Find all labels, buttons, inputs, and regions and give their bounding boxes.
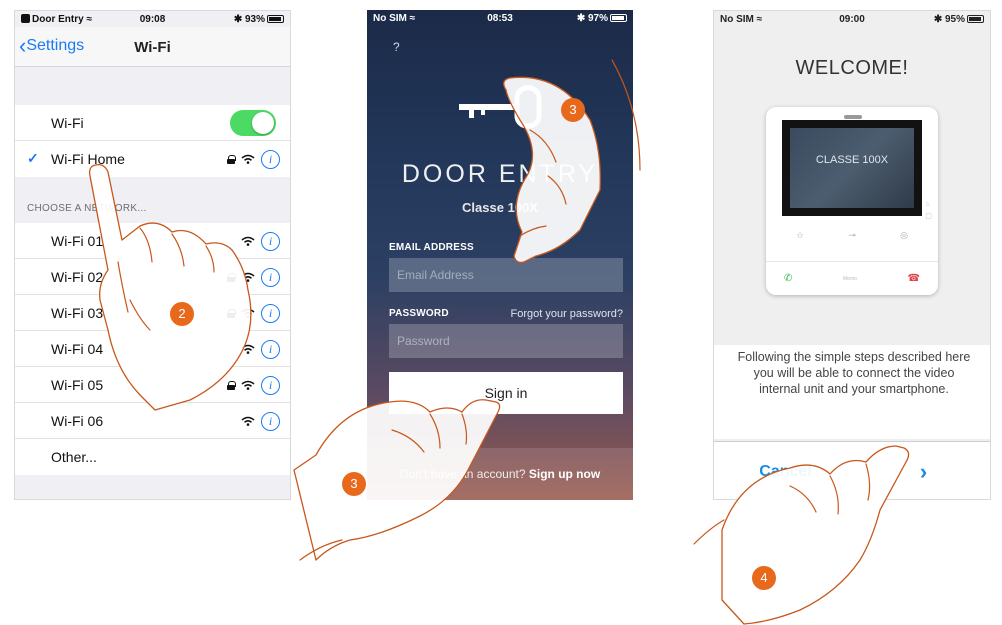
page-title: Wi-Fi xyxy=(134,39,171,56)
forgot-password-link[interactable]: Forgot your password? xyxy=(511,308,624,320)
network-row[interactable]: Wi-Fi 02 i xyxy=(15,259,290,295)
wifi-signal-icon xyxy=(241,154,255,164)
battery-icon xyxy=(967,15,984,23)
battery-icon xyxy=(267,15,284,23)
nav-bar: ‹Settings Wi-Fi xyxy=(15,27,290,67)
network-row[interactable]: Wi-Fi 01 i xyxy=(15,223,290,259)
battery-icon xyxy=(610,14,627,22)
network-row[interactable]: Wi-Fi 04 i xyxy=(15,331,290,367)
lock-icon xyxy=(227,154,236,164)
connected-network-row[interactable]: ✓ Wi-Fi Home i xyxy=(15,141,290,177)
app-subtitle: Classe 100X xyxy=(462,200,538,215)
button-row: Cancel › xyxy=(714,441,990,499)
info-icon[interactable]: i xyxy=(261,231,280,251)
help-button[interactable]: ? xyxy=(393,40,400,54)
other-label: Other... xyxy=(51,449,97,465)
description-text: Following the simple steps described her… xyxy=(737,350,971,396)
password-label: PASSWORD xyxy=(389,308,449,319)
network-name: Wi-Fi 04 xyxy=(51,341,104,357)
key-logo-icon xyxy=(459,85,542,129)
step-badge-3-top: 3 xyxy=(561,98,585,122)
network-row[interactable]: Wi-Fi 05 i xyxy=(15,367,290,403)
info-icon[interactable]: i xyxy=(261,375,280,395)
device-display: CLASSE 100X xyxy=(782,120,922,216)
network-name: Wi-Fi 02 xyxy=(51,269,104,285)
device-side-keys: ⌂ ▢ xyxy=(925,201,932,220)
signup-prompt: Don't have an account? xyxy=(399,467,526,481)
wifi-signal-icon xyxy=(241,272,255,282)
intercom-device-image: CLASSE 100X ⌂ ▢ ☆ ⊸ ◎ ✆ Memo ☎ xyxy=(766,107,938,295)
info-icon[interactable]: i xyxy=(261,267,280,287)
key-icon: ⊸ xyxy=(848,230,856,240)
sign-in-button[interactable]: Sign in xyxy=(389,372,623,414)
eye-icon: ◎ xyxy=(900,230,908,240)
answer-icon: ✆ xyxy=(784,273,793,284)
network-name: Wi-Fi 01 xyxy=(51,233,104,249)
description-box: Following the simple steps described her… xyxy=(714,345,990,439)
lock-icon xyxy=(227,272,236,282)
network-name: Wi-Fi 03 xyxy=(51,305,104,321)
device-screen-label: CLASSE 100X xyxy=(790,128,914,208)
network-name: Wi-Fi 05 xyxy=(51,377,104,393)
status-bar: No SIM ≈ 08:53 ✱ 97% xyxy=(367,10,633,26)
next-button[interactable]: › xyxy=(857,442,990,499)
wifi-signal-icon xyxy=(241,416,255,426)
device-bar-label: Memo xyxy=(843,275,857,282)
hangup-icon: ☎ xyxy=(907,273,920,284)
status-battery: 95% xyxy=(944,14,965,25)
info-icon[interactable]: i xyxy=(261,303,280,323)
cancel-button[interactable]: Cancel xyxy=(714,442,858,499)
wifi-toggle-label: Wi-Fi xyxy=(51,115,84,131)
email-label: EMAIL ADDRESS xyxy=(389,242,474,253)
star-icon: ☆ xyxy=(796,230,805,240)
other-network-row[interactable]: Other... xyxy=(15,439,290,475)
signup-footer: Don't have an account? Sign up now xyxy=(367,448,633,500)
lock-icon xyxy=(227,380,236,390)
network-name: Wi-Fi 06 xyxy=(51,413,104,429)
info-icon[interactable]: i xyxy=(261,149,280,169)
wifi-settings-screen: Door Entry ≈ 09:08 ✱ 93% ‹Settings Wi-Fi… xyxy=(14,10,291,500)
step-badge-3-bottom: 3 xyxy=(342,472,366,496)
bluetooth-icon: ✱ xyxy=(933,14,943,25)
login-screen: No SIM ≈ 08:53 ✱ 97% ? DOOR ENTRY Classe… xyxy=(367,10,633,500)
wifi-signal-icon xyxy=(241,380,255,390)
welcome-screen: No SIM ≈ 09:00 ✱ 95% WELCOME! CLASSE 100… xyxy=(713,10,991,500)
wifi-toggle-row: Wi-Fi xyxy=(15,105,290,141)
email-field[interactable] xyxy=(389,258,623,292)
device-bar: ✆ Memo ☎ xyxy=(766,261,938,295)
bluetooth-icon: ✱ xyxy=(576,13,586,24)
connected-network-name: Wi-Fi Home xyxy=(51,151,125,167)
checkmark-icon: ✓ xyxy=(27,150,39,166)
lock-icon xyxy=(227,308,236,318)
wifi-signal-icon xyxy=(241,344,255,354)
network-list: Wi-Fi 01 i Wi-Fi 02 i Wi-Fi 03 i Wi-Fi 04 i Wi-F… xyxy=(15,223,290,475)
network-row[interactable]: Wi-Fi 06 i xyxy=(15,403,290,439)
welcome-title: WELCOME! xyxy=(795,57,909,79)
password-field[interactable] xyxy=(389,324,623,358)
status-battery: 97% xyxy=(587,13,608,24)
info-icon[interactable]: i xyxy=(261,339,280,359)
step-badge-4: 4 xyxy=(752,566,776,590)
wifi-toggle-group: Wi-Fi ✓ Wi-Fi Home i xyxy=(15,105,290,177)
bluetooth-icon: ✱ xyxy=(233,14,243,25)
wifi-toggle[interactable] xyxy=(230,110,276,136)
status-bar: Door Entry ≈ 09:08 ✱ 93% xyxy=(15,11,290,27)
signup-link[interactable]: Sign up now xyxy=(529,467,600,481)
device-keys: ☆ ⊸ ◎ xyxy=(796,230,908,241)
section-header: CHOOSE A NETWORK... xyxy=(27,203,147,214)
network-row[interactable]: Wi-Fi 03 i xyxy=(15,295,290,331)
status-battery: 93% xyxy=(244,14,265,25)
info-icon[interactable]: i xyxy=(261,411,280,431)
app-title: DOOR ENTRY xyxy=(401,160,599,188)
step-badge-2: 2 xyxy=(170,302,194,326)
wifi-signal-icon xyxy=(241,308,255,318)
status-bar: No SIM ≈ 09:00 ✱ 95% xyxy=(714,11,990,27)
wifi-signal-icon xyxy=(241,236,255,246)
